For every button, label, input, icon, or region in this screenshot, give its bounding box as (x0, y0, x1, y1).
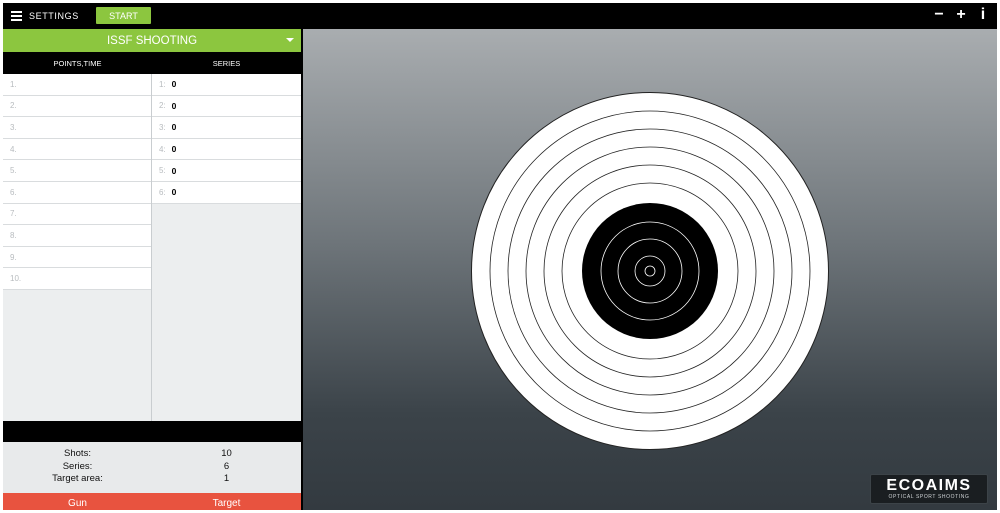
series-row: 4: 0 (152, 138, 301, 161)
divider-strip (3, 421, 301, 442)
row-number: 3. (10, 122, 17, 132)
points-row: 8. (3, 225, 151, 247)
plus-icon[interactable]: + (955, 6, 967, 24)
series-value: 0 (171, 122, 177, 133)
app-window: SETTINGS START − + i ISSF SHOOTING POINT… (3, 3, 997, 510)
stat-value: 10 (221, 448, 232, 459)
target-bullseye-black (582, 203, 718, 339)
series-number: 6: (159, 187, 166, 197)
series-value: 0 (171, 79, 177, 90)
stats-panel: Shots: 10 Series: 6 Target area: 1 (3, 442, 301, 493)
start-button[interactable]: START (96, 7, 151, 24)
points-row: 2. (3, 95, 151, 118)
minus-icon[interactable]: − (933, 6, 945, 24)
row-number: 10. (10, 274, 22, 284)
points-column: 1. 2. 3. 4. 5. 6. 7. 8. 9. 10. (3, 74, 152, 421)
settings-label: SETTINGS (29, 11, 79, 21)
row-number: 8. (10, 230, 17, 240)
shooting-target[interactable] (470, 91, 830, 451)
stat-row: Shots: 10 (3, 448, 301, 461)
points-time-header: POINTS,TIME (53, 58, 102, 68)
row-number: 6. (10, 187, 17, 197)
hamburger-icon (11, 11, 22, 21)
points-row: 9. (3, 246, 151, 269)
chevron-down-icon (286, 38, 294, 42)
points-row: 5. (3, 160, 151, 182)
points-row: 1. (3, 74, 151, 96)
series-number: 5: (159, 166, 166, 176)
row-number: 7. (10, 209, 17, 219)
series-value: 0 (171, 187, 177, 198)
left-panel: ISSF SHOOTING POINTS,TIME SERIES 1. 2. 3. 4… (3, 29, 301, 510)
points-row: 3. (3, 117, 151, 139)
row-number: 1. (10, 79, 17, 89)
row-number: 5. (10, 166, 17, 176)
points-row: 6. (3, 181, 151, 204)
points-row: 7. (3, 203, 151, 226)
series-row: 6: 0 (152, 181, 301, 204)
tab-gun[interactable]: Gun (3, 493, 152, 510)
series-row: 2: 0 (152, 95, 301, 118)
points-row: 4. (3, 138, 151, 161)
series-number: 1: (159, 79, 166, 89)
points-row: 10. (3, 268, 151, 290)
stat-value: 1 (223, 473, 230, 484)
target-stage: ECOAIMS OPTICAL SPORT SHOOTING (303, 29, 997, 510)
bottom-tabs: Gun Target (3, 493, 301, 510)
tab-target[interactable]: Target (152, 493, 301, 510)
mode-selected-label: ISSF SHOOTING (106, 34, 198, 47)
stat-label: Series: (62, 460, 93, 472)
results-table: 1. 2. 3. 4. 5. 6. 7. 8. 9. 10. 1: 0 2: 0 3: 0 4: 0 5: 0 6: 0 (3, 74, 301, 421)
series-number: 4: (159, 144, 166, 154)
series-header: SERIES (212, 58, 241, 68)
settings-menu-button[interactable]: SETTINGS (11, 9, 79, 23)
logo-wordmark: ECOAIMS (886, 476, 972, 494)
series-row: 5: 0 (152, 160, 301, 182)
stat-value: 6 (223, 460, 230, 472)
top-icons: − + i (933, 6, 989, 24)
series-column: 1: 0 2: 0 3: 0 4: 0 5: 0 6: 0 (152, 74, 301, 421)
series-row: 1: 0 (152, 74, 301, 96)
row-number: 4. (10, 144, 17, 154)
series-value: 0 (171, 100, 177, 111)
row-number: 2. (10, 101, 17, 111)
stat-row: Series: 6 (3, 461, 301, 474)
table-header: POINTS,TIME SERIES (3, 52, 301, 74)
top-bar: SETTINGS START − + i (3, 3, 997, 29)
mode-dropdown[interactable]: ISSF SHOOTING (3, 29, 301, 52)
stat-label: Target area: (52, 473, 103, 484)
row-number: 9. (10, 252, 17, 262)
series-row: 3: 0 (152, 117, 301, 139)
info-icon[interactable]: i (977, 6, 989, 24)
series-value: 0 (171, 165, 177, 176)
logo-tagline: OPTICAL SPORT SHOOTING (888, 493, 970, 500)
series-number: 2: (159, 101, 166, 111)
series-number: 3: (159, 122, 166, 132)
ecoaims-logo: ECOAIMS OPTICAL SPORT SHOOTING (870, 474, 988, 504)
stat-row: Target area: 1 (3, 473, 301, 486)
series-value: 0 (171, 144, 177, 155)
stat-label: Shots: (64, 448, 91, 459)
